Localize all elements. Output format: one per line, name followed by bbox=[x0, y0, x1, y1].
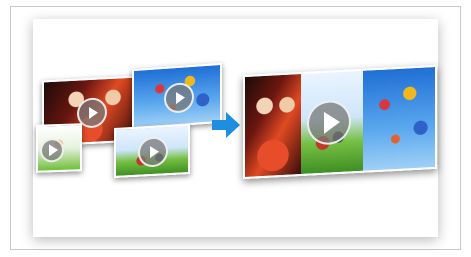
play-icon[interactable] bbox=[164, 81, 194, 114]
video-thumbnail-balloons[interactable] bbox=[132, 62, 222, 130]
merged-video-preview[interactable] bbox=[243, 64, 437, 180]
merged-panel-balloons bbox=[363, 67, 435, 171]
merged-panel-party bbox=[245, 74, 301, 177]
video-thumbnail-bikes[interactable] bbox=[114, 124, 190, 178]
video-thumbnail-green[interactable] bbox=[36, 123, 82, 173]
play-icon[interactable] bbox=[40, 137, 64, 163]
play-icon[interactable] bbox=[138, 136, 168, 168]
arrow-right-icon bbox=[212, 112, 240, 138]
